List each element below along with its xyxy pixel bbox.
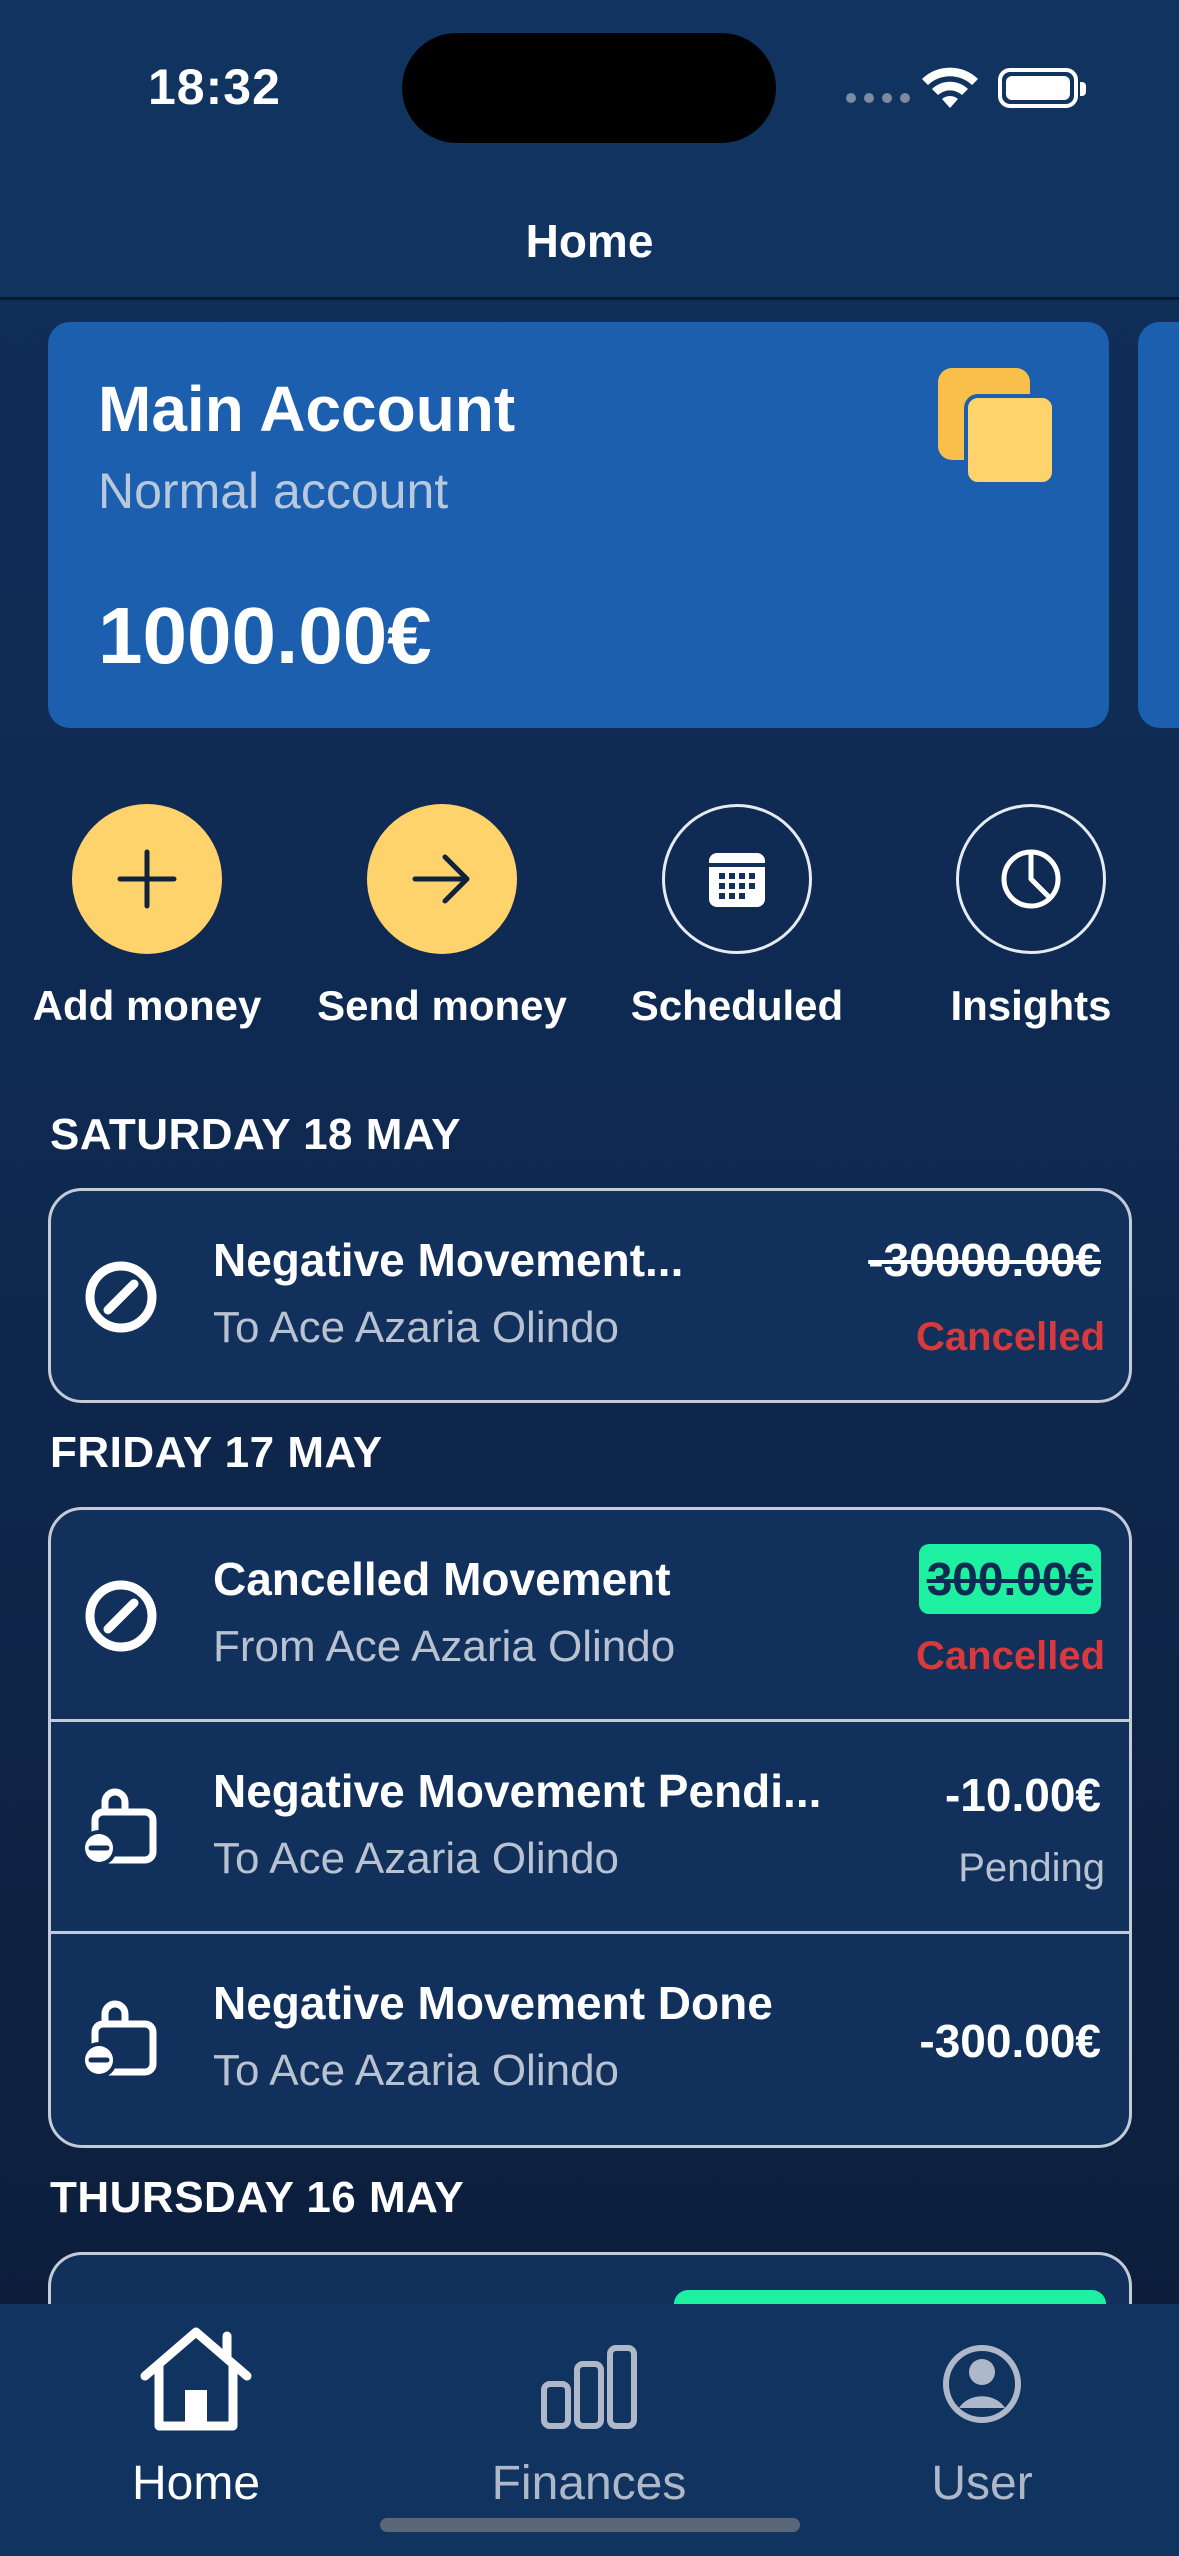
movement-group: Negative Movement... To Ace Azaria Olind… [48, 1188, 1132, 1403]
movement-status: Cancelled [916, 1634, 1105, 1678]
page-title: Home [525, 215, 654, 267]
status-time: 18:32 [148, 59, 281, 115]
plus-icon [72, 804, 222, 954]
next-account-card[interactable] [1138, 322, 1179, 728]
movement-title: Negative Movement Done [213, 1977, 773, 2029]
tab-home-label: Home [131, 2457, 261, 2510]
movement-amount: -30000.00€ [868, 1234, 1101, 1286]
day-header: FRIDAY 17 MAY [50, 1428, 383, 1477]
pie-chart-icon [956, 804, 1106, 954]
day-header: SATURDAY 18 MAY [50, 1110, 461, 1159]
movement-row[interactable]: Negative Movement... To Ace Azaria Olind… [51, 1191, 1129, 1400]
movement-status: Pending [958, 1846, 1105, 1890]
home-indicator [380, 2518, 800, 2532]
arrow-right-icon [367, 804, 517, 954]
movement-subtitle: To Ace Azaria Olindo [213, 1834, 620, 1883]
cancel-icon [73, 1249, 169, 1345]
account-name: Main Account [98, 373, 516, 445]
dynamic-island [402, 33, 776, 143]
insights-label: Insights [950, 982, 1112, 1029]
movement-row[interactable]: Negative Movement Done To Ace Azaria Oli… [51, 1934, 1129, 2145]
bar-chart-icon [393, 2324, 785, 2434]
movement-subtitle: To Ace Azaria Olindo [213, 1303, 620, 1352]
battery-icon [998, 68, 1086, 108]
movement-row[interactable]: Cancelled Movement From Ace Azaria Olind… [51, 1510, 1129, 1722]
movement-status: Cancelled [916, 1315, 1105, 1359]
nav-header: Home [0, 170, 1179, 300]
movement-amount: 300.00€ [918, 1544, 1101, 1614]
day-header: THURSDAY 16 MAY [50, 2173, 465, 2222]
send-money-label: Send money [317, 982, 567, 1029]
movement-amount: -300.00€ [919, 2015, 1101, 2067]
cancel-icon [73, 1568, 169, 1664]
add-money-button[interactable]: Add money [0, 804, 297, 1030]
bag-minus-icon [73, 1780, 169, 1876]
status-bar: 18:32 [0, 0, 1179, 170]
movement-title: Cancelled Movement [213, 1553, 671, 1605]
movement-subtitle: From Ace Azaria Olindo [213, 1622, 676, 1671]
add-money-label: Add money [32, 982, 262, 1029]
copy-icon[interactable] [938, 368, 1056, 486]
send-money-button[interactable]: Send money [292, 804, 592, 1030]
cellular-signal-icon [846, 93, 910, 103]
scheduled-button[interactable]: Scheduled [587, 804, 887, 1030]
account-balance: 1000.00€ [98, 591, 432, 680]
movement-title: Negative Movement... [213, 1234, 684, 1286]
calendar-icon [662, 804, 812, 954]
account-card[interactable]: Main Account Normal account 1000.00€ [48, 322, 1109, 728]
wifi-icon [922, 67, 978, 108]
quick-actions: Add money Send money Scheduled Insights [0, 804, 1179, 1044]
user-icon [786, 2324, 1178, 2434]
insights-button[interactable]: Insights [881, 804, 1179, 1030]
movement-row[interactable]: Negative Movement Pendi... To Ace Azaria… [51, 1722, 1129, 1934]
movement-subtitle: To Ace Azaria Olindo [213, 2046, 620, 2095]
bag-minus-icon [73, 1992, 169, 2088]
account-type: Normal account [98, 463, 449, 519]
tab-finances-label: Finances [491, 2457, 687, 2510]
scheduled-label: Scheduled [630, 982, 844, 1029]
tab-user-label: User [931, 2457, 1033, 2510]
movement-amount: -10.00€ [944, 1769, 1101, 1821]
home-icon [0, 2324, 392, 2434]
movement-title: Negative Movement Pendi... [213, 1765, 822, 1817]
movement-group: Cancelled Movement From Ace Azaria Olind… [48, 1507, 1132, 2148]
